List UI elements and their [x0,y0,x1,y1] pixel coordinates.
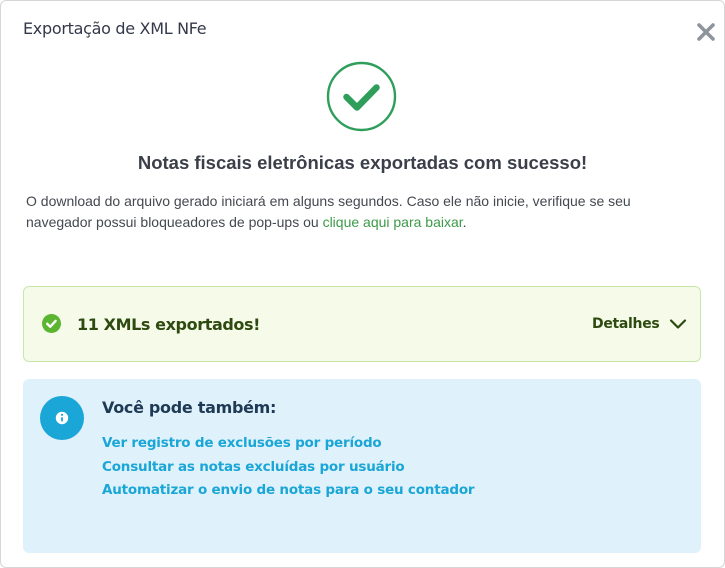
success-status [326,61,397,132]
suggestions-list: Ver registro de exclusões por período Co… [102,434,475,505]
check-circle-icon [326,61,397,132]
export-success-badge [42,314,61,333]
success-headline: Notas fiscais eletrônicas exportadas com… [137,152,588,173]
close-button[interactable] [693,19,719,45]
export-summary-panel: 11 XMLs exportados! Detalhes [23,286,701,362]
download-info-end: . [462,214,467,230]
check-circle-icon [42,314,61,333]
download-link[interactable]: clique aqui para baixar [323,214,463,230]
list-item: Ver registro de exclusões por período [102,434,474,458]
chevron-down-icon [670,319,687,329]
suggestions-heading: Você pode também: [102,398,277,417]
info-icon [40,396,84,440]
list-item: Consultar as notas excluídas por usuário [102,458,474,482]
deletion-log-link[interactable]: Ver registro de exclusões por período [102,435,382,451]
list-item: Automatizar o envio de notas para o seu … [102,481,475,505]
dialog-title: Exportação de XML NFe [23,19,207,38]
close-icon [697,23,715,41]
download-info: O download do arquivo gerado iniciará em… [26,191,686,233]
deleted-notes-by-user-link[interactable]: Consultar as notas excluídas por usuário [102,459,405,475]
automate-accountant-link[interactable]: Automatizar o envio de notas para o seu … [102,482,475,498]
details-toggle-button[interactable]: Detalhes [592,313,687,335]
info-badge [40,396,84,440]
suggestions-panel: Você pode também: Ver registro de exclus… [23,379,701,553]
export-count-label: 11 XMLs exportados! [77,315,261,334]
export-dialog: Exportação de XML NFe Notas fiscais elet… [0,0,725,568]
details-label: Detalhes [592,316,660,332]
